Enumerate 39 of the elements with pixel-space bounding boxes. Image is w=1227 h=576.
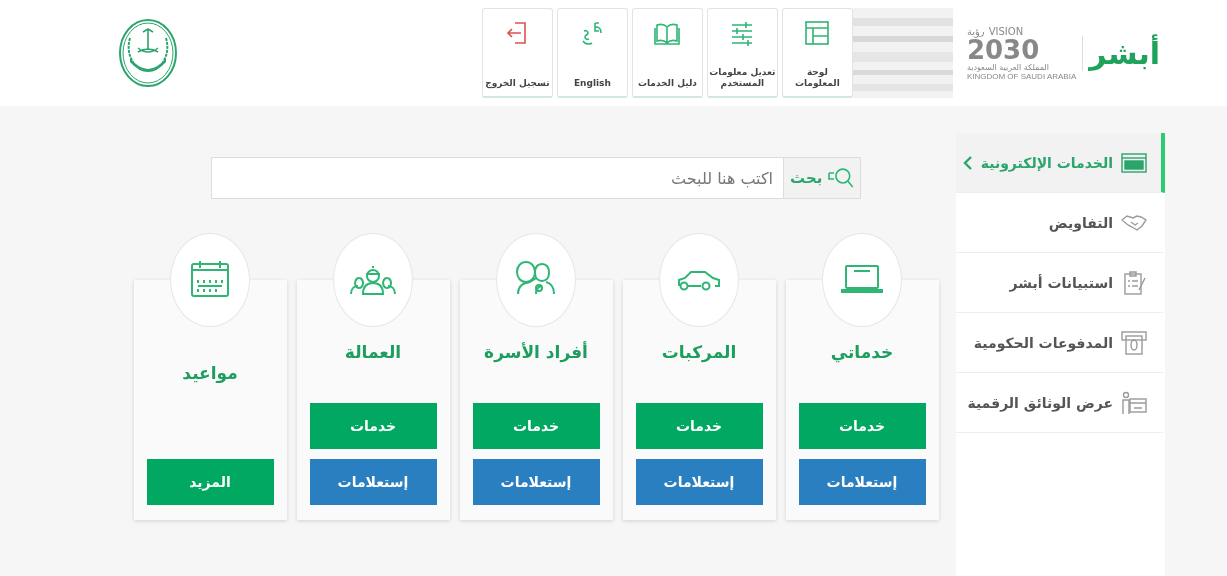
card-button[interactable]: خدمات: [635, 403, 763, 449]
chevron-left-icon: [962, 154, 973, 171]
id-card-icon: [1121, 389, 1147, 416]
nav-button[interactable]: تسجيل الخروج: [481, 8, 553, 98]
sidebar-item[interactable]: الخدمات الإلكترونية: [956, 133, 1165, 193]
logo-mark: أبشر: [1082, 35, 1160, 71]
logo-text: المملكة العربية السعودية: [966, 62, 1049, 72]
sidebar-item[interactable]: التفاويض: [956, 193, 1165, 253]
clipboard-icon: [1121, 269, 1147, 296]
logo-text: VISION: [988, 25, 1024, 37]
search-icon: [828, 166, 854, 190]
card-button[interactable]: إستعلامات: [309, 459, 437, 505]
card-button[interactable]: إستعلامات: [798, 459, 926, 505]
nav-button[interactable]: دليل الخدمات: [631, 8, 703, 98]
sidebar-item[interactable]: المدفوعات الحكومية: [956, 313, 1165, 373]
card-button[interactable]: المزيد: [146, 459, 274, 505]
search-button[interactable]: بحث: [783, 157, 861, 199]
card-title: خدماتي: [830, 342, 894, 362]
emblem-drawing: [118, 18, 178, 88]
nav-button[interactable]: تعديل معلومات المستخدم: [706, 8, 778, 98]
logo-text: رؤية: [966, 25, 985, 37]
card-title: المركبات: [661, 342, 737, 362]
card-button[interactable]: خدمات: [472, 403, 600, 449]
card-button[interactable]: خدمات: [309, 403, 437, 449]
card-button[interactable]: إستعلامات: [635, 459, 763, 505]
logo-year: 2030: [966, 36, 1040, 63]
card-title: العمالة: [344, 342, 402, 362]
sidebar-item[interactable]: عرض الوثائق الرقمية: [956, 373, 1165, 433]
sidebar-item[interactable]: استبيانات أبشر: [956, 253, 1165, 313]
logo-text: KINGDOM OF SAUDI ARABIA: [966, 71, 1077, 81]
nav-button[interactable]: English: [556, 8, 628, 98]
search-field[interactable]: اكتب هنا للبحث: [211, 157, 783, 199]
card-button[interactable]: إستعلامات: [472, 459, 600, 505]
dashboard-icon: [803, 19, 832, 47]
banknote-icon: [1121, 329, 1147, 356]
card-title: أفراد الأسرة: [484, 342, 588, 362]
nav-button[interactable]: لوحة المعلومات: [781, 8, 853, 98]
card-title: مواعيد: [182, 363, 238, 383]
card-button[interactable]: خدمات: [798, 403, 926, 449]
